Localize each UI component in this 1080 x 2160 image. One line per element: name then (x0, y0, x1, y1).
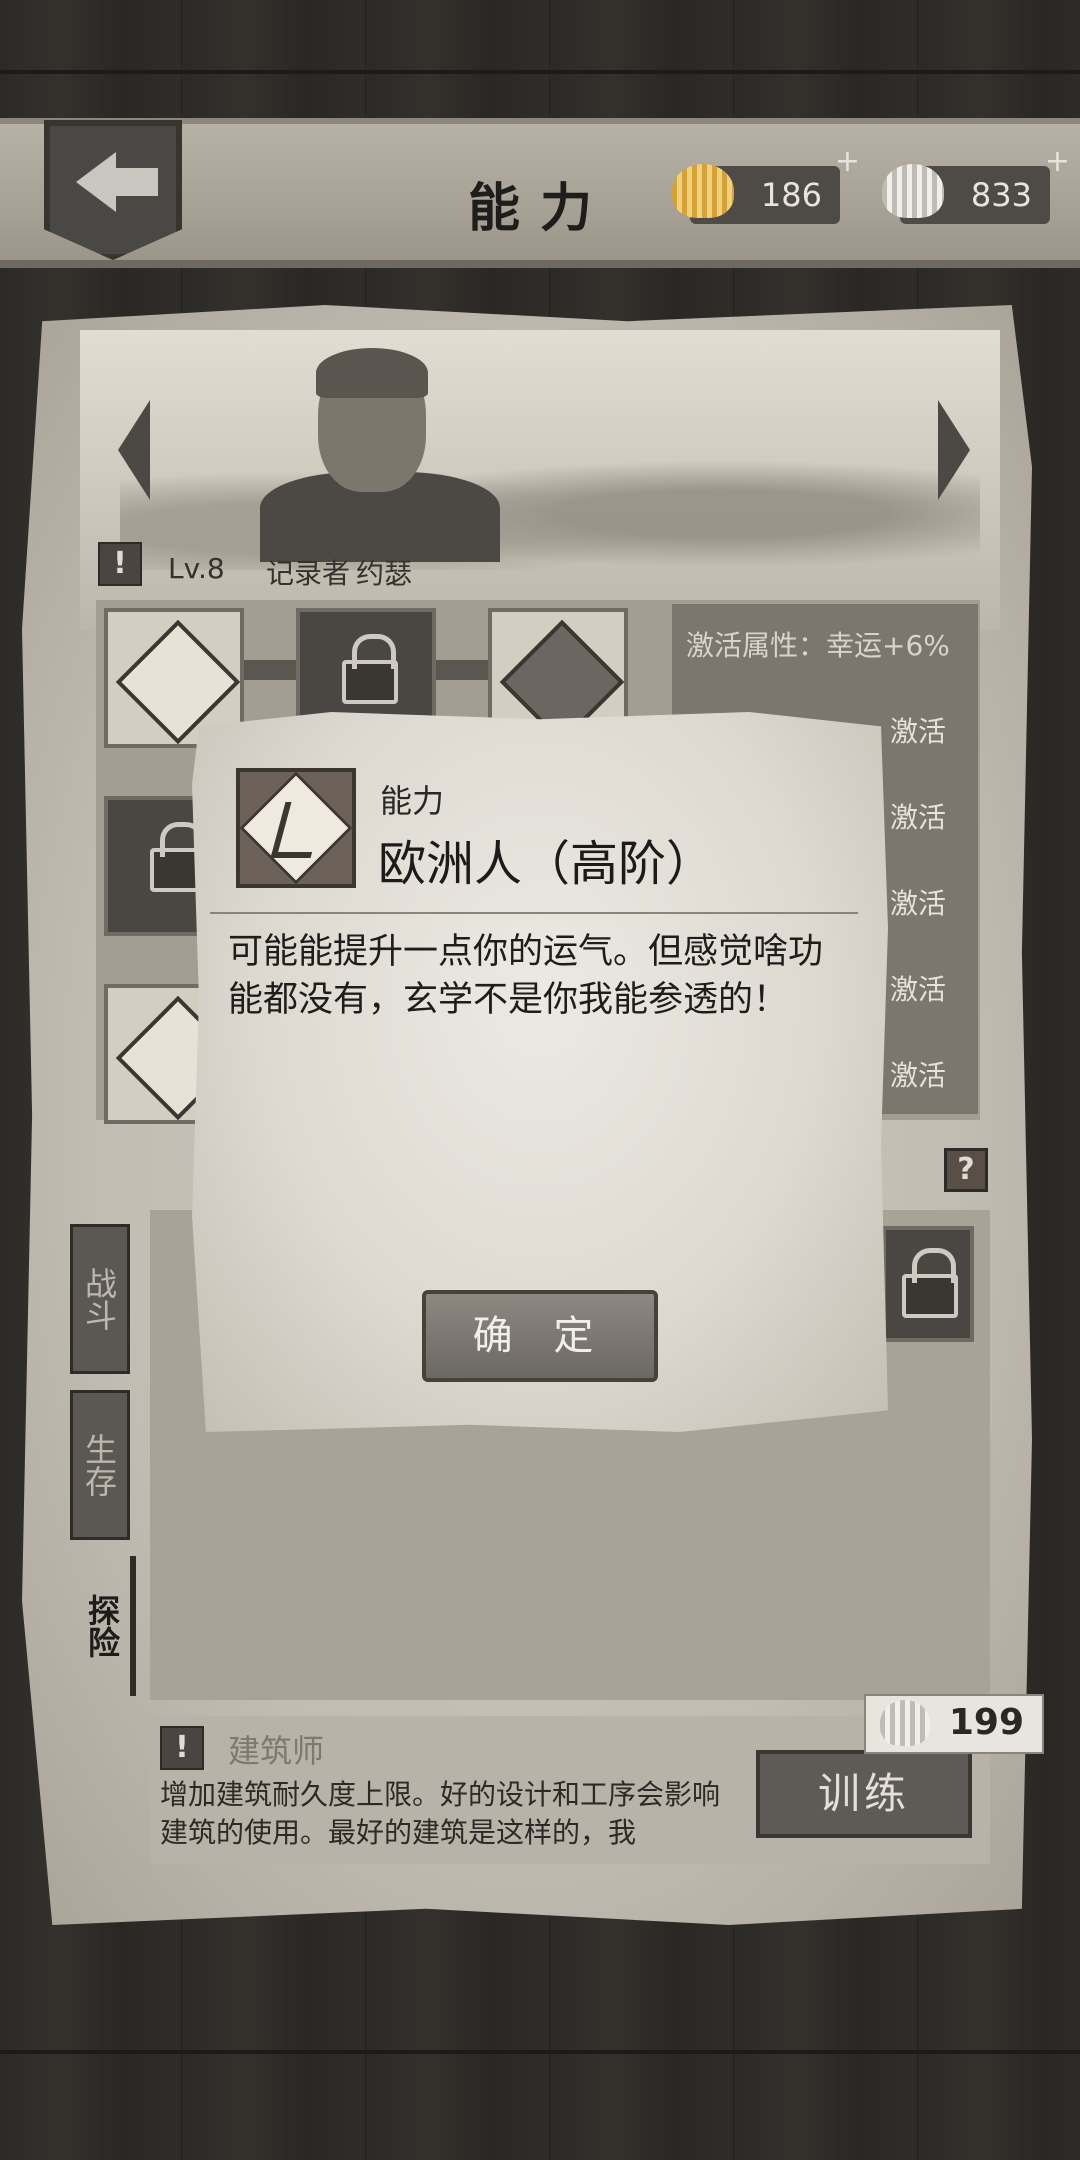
confirm-button[interactable]: 确 定 (422, 1290, 658, 1382)
ability-icon (236, 768, 356, 888)
divider (210, 912, 858, 914)
ability-description: 可能能提升一点你的运气。但感觉啥功能都没有，玄学不是你我能参透的！ (228, 932, 824, 1020)
ability-name: 欧洲人（高阶） (378, 836, 715, 892)
modal-kind: 能力 (380, 782, 445, 820)
